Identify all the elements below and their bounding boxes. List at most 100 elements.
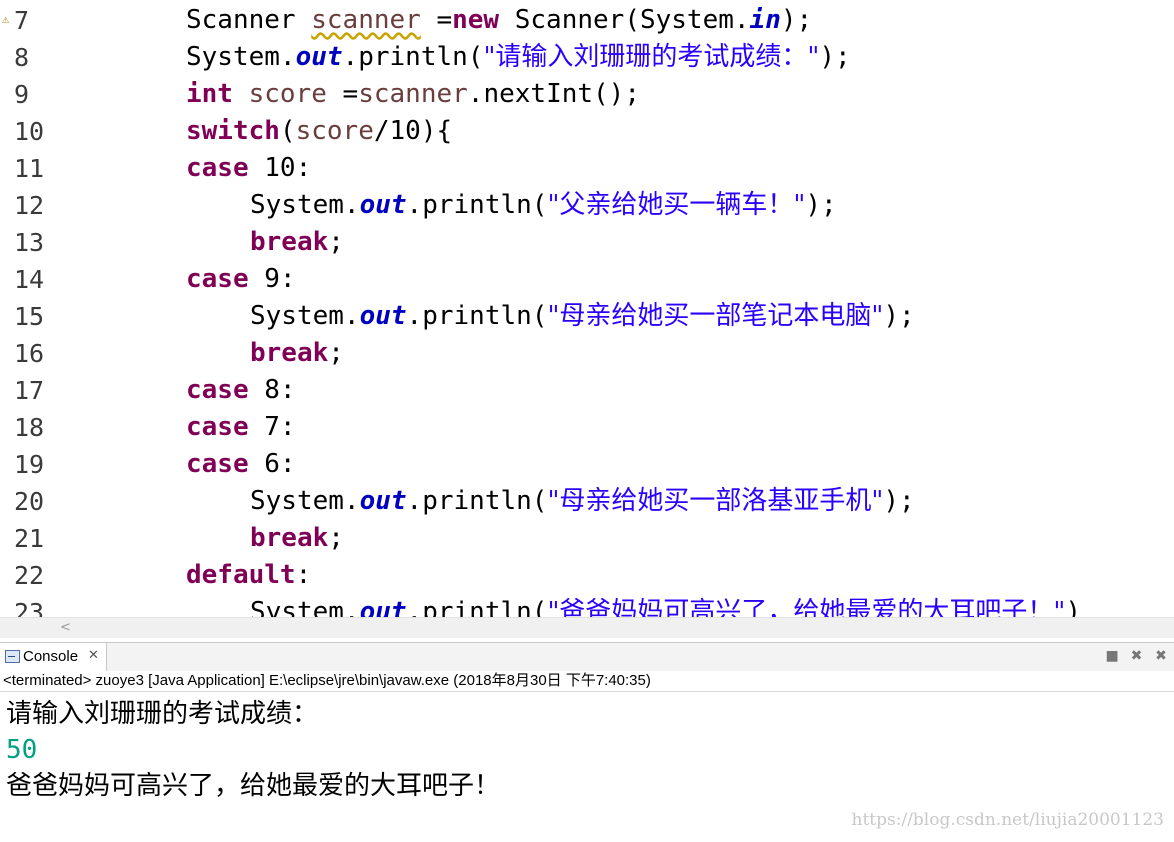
code-token: ; <box>328 338 344 368</box>
horizontal-scrollbar[interactable]: < <box>56 617 1174 638</box>
code-line[interactable]: 8 System.out.println("请输入刘珊珊的考试成绩："); <box>0 39 1174 76</box>
code-text: break; <box>250 335 344 372</box>
code-token: ; <box>328 523 344 553</box>
code-token: out <box>359 597 407 617</box>
code-token: 9: <box>248 264 296 294</box>
remove-launch-icon[interactable]: ✖ <box>1128 646 1146 666</box>
code-token: System. <box>250 597 360 617</box>
process-status-text: <terminated> zuoye3 [Java Application] E… <box>3 672 651 689</box>
console-view-tabbar: Console ✕ ■ ✖ ✖ <box>0 642 1174 672</box>
code-token: .println( <box>406 190 548 220</box>
code-text: default: <box>186 557 311 594</box>
tab-console[interactable]: Console ✕ <box>0 643 107 671</box>
code-line[interactable]: 19 case 6: <box>0 446 1174 483</box>
code-token: "父亲给她买一辆车！" <box>547 190 806 220</box>
code-token: "请输入刘珊珊的考试成绩：" <box>483 42 820 72</box>
code-token: : <box>295 560 312 590</box>
line-number: 18 <box>14 413 45 442</box>
code-token: out <box>295 42 343 72</box>
code-line[interactable]: 9 int score =scanner.nextInt(); <box>0 76 1174 113</box>
terminate-icon[interactable]: ■ <box>1103 646 1121 666</box>
code-line[interactable]: 21 break; <box>0 520 1174 557</box>
code-text: break; <box>250 520 344 557</box>
console-output-line: 请输入刘珊珊的考试成绩： <box>6 699 319 729</box>
code-token: System. <box>186 42 296 72</box>
code-token: /10){ <box>373 116 453 146</box>
code-line[interactable]: 12 System.out.println("父亲给她买一辆车！"); <box>0 187 1174 224</box>
line-number: 9 <box>14 80 30 109</box>
code-text: case 7: <box>186 409 296 446</box>
code-token: break <box>250 338 329 368</box>
code-token: Scanner <box>186 5 312 35</box>
code-text: switch(score/10){ <box>186 113 452 150</box>
code-line[interactable]: 11 case 10: <box>0 150 1174 187</box>
code-token: 10: <box>248 153 312 183</box>
code-line[interactable]: 23 System.out.println("爸爸妈妈可高兴了，给她最爱的大耳吧子… <box>0 594 1174 617</box>
code-token: System. <box>250 301 360 331</box>
code-token: score <box>248 79 327 109</box>
line-number: 7 <box>14 6 30 35</box>
code-token: case <box>186 375 249 405</box>
code-token: out <box>359 190 407 220</box>
line-number: 22 <box>14 561 45 590</box>
code-token: .println( <box>342 42 484 72</box>
code-token: case <box>186 264 249 294</box>
code-token: ); <box>780 5 813 35</box>
line-number: 14 <box>14 265 45 294</box>
code-line[interactable]: 20 System.out.println("母亲给她买一部洛基亚手机"); <box>0 483 1174 520</box>
console-tab-label: Console <box>23 648 79 665</box>
code-token: 8: <box>248 375 296 405</box>
console-status-line: <terminated> zuoye3 [Java Application] E… <box>0 671 1174 692</box>
line-number: 8 <box>14 43 30 72</box>
code-token: ); <box>819 42 851 72</box>
code-token: ); <box>883 486 915 516</box>
code-token: default <box>186 560 296 590</box>
code-token: = <box>420 5 453 35</box>
line-number: 23 <box>14 598 45 617</box>
code-line[interactable]: 13 break; <box>0 224 1174 261</box>
code-token: "爸爸妈妈可高兴了，给她最爱的大耳吧子！" <box>547 597 1066 617</box>
line-number: 17 <box>14 376 45 405</box>
code-text: Scanner scanner =new Scanner(System.in); <box>186 2 812 39</box>
remove-all-terminated-icon[interactable]: ✖ <box>1152 646 1170 666</box>
line-number: 13 <box>14 228 45 257</box>
scroll-left-arrow-icon[interactable]: < <box>60 618 71 638</box>
code-token: "母亲给她买一部洛基亚手机" <box>547 486 884 516</box>
code-token: in <box>749 5 781 35</box>
line-number: 20 <box>14 487 45 516</box>
code-text: case 9: <box>186 261 296 298</box>
code-token: break <box>250 523 329 553</box>
code-token: out <box>359 301 407 331</box>
code-token: case <box>186 449 249 479</box>
code-editor[interactable]: ⚠ 7 Scanner scanner =new Scanner(System.in… <box>0 0 1174 617</box>
code-token: Scanner(System. <box>499 5 750 35</box>
code-token: int <box>186 79 233 109</box>
view-toolbar: ■ ✖ ✖ <box>1101 646 1170 668</box>
code-line[interactable]: 22 default: <box>0 557 1174 594</box>
code-line[interactable]: ⚠ 7 Scanner scanner =new Scanner(System.in… <box>0 2 1174 39</box>
code-token: scanner <box>358 79 468 109</box>
code-token: ); <box>883 301 915 331</box>
code-token: case <box>186 153 249 183</box>
line-number: 11 <box>14 154 45 183</box>
code-token: ; <box>328 227 344 257</box>
code-text: case 6: <box>186 446 296 483</box>
code-text: case 10: <box>186 150 311 187</box>
close-icon[interactable]: ✕ <box>88 647 99 663</box>
code-line[interactable]: 10 switch(score/10){ <box>0 113 1174 150</box>
code-token: break <box>250 227 329 257</box>
code-line[interactable]: 16 break; <box>0 335 1174 372</box>
code-token: scanner <box>311 5 421 35</box>
code-line[interactable]: 17 case 8: <box>0 372 1174 409</box>
code-token: 6: <box>248 449 296 479</box>
console-icon <box>5 650 20 663</box>
code-line[interactable]: 15 System.out.println("母亲给她买一部笔记本电脑"); <box>0 298 1174 335</box>
code-token: ); <box>805 190 837 220</box>
console-user-input: 50 <box>6 735 38 765</box>
code-token: ( <box>279 116 296 146</box>
code-token: "母亲给她买一部笔记本电脑" <box>547 301 884 331</box>
code-line[interactable]: 18 case 7: <box>0 409 1174 446</box>
code-line[interactable]: 14 case 9: <box>0 261 1174 298</box>
code-token: .println( <box>406 597 548 617</box>
